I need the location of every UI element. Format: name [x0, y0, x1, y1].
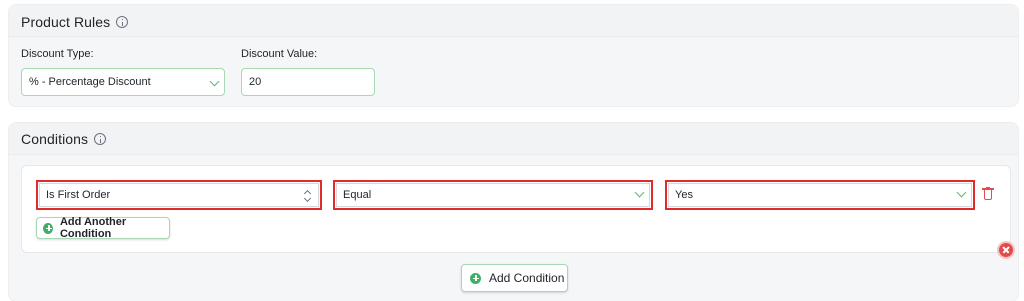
plus-circle-icon: [470, 272, 481, 284]
discount-type-selected-value: % - Percentage Discount: [29, 76, 151, 88]
conditions-title-text: Conditions: [21, 131, 89, 147]
condition-group-card: Is First Order Equal Yes Add Another Con…: [21, 165, 1011, 253]
product-rules-title-text: Product Rules: [21, 14, 111, 30]
condition-operator-value: Equal: [343, 189, 372, 201]
discount-value-label: Discount Value:: [241, 48, 318, 60]
trash-icon[interactable]: [982, 187, 994, 201]
chevron-down-icon: [209, 76, 220, 87]
info-icon[interactable]: [116, 16, 129, 28]
product-rules-panel: Product Rules Discount Type: % - Percent…: [8, 4, 1019, 107]
add-condition-button[interactable]: Add Condition: [461, 264, 568, 292]
condition-value-select[interactable]: Yes: [665, 180, 975, 210]
discount-type-label: Discount Type:: [21, 48, 94, 60]
chevron-down-icon: [956, 187, 967, 198]
updown-arrows-icon: [304, 190, 312, 202]
add-another-condition-label: Add Another Condition: [59, 216, 127, 240]
discount-type-select[interactable]: % - Percentage Discount: [21, 68, 225, 96]
conditions-panel: Conditions Is First Order Equal Yes Add …: [8, 122, 1019, 301]
plus-circle-icon: [43, 222, 53, 234]
condition-field-value: Is First Order: [46, 189, 111, 201]
condition-field-select[interactable]: Is First Order: [36, 180, 322, 210]
product-rules-title: Product Rules: [21, 14, 129, 30]
conditions-header: [9, 123, 1018, 155]
conditions-title: Conditions: [21, 131, 107, 147]
product-rules-header: [9, 5, 1018, 37]
add-another-condition-button[interactable]: Add Another Condition: [36, 216, 170, 240]
condition-operator-select[interactable]: Equal: [333, 180, 653, 210]
close-icon[interactable]: [999, 243, 1013, 257]
info-icon[interactable]: [94, 133, 107, 145]
chevron-down-icon: [634, 187, 645, 198]
discount-value-text: 20: [249, 76, 262, 88]
condition-value-value: Yes: [675, 189, 693, 201]
discount-value-input[interactable]: 20: [241, 68, 375, 96]
add-condition-label: Add Condition: [489, 271, 565, 285]
